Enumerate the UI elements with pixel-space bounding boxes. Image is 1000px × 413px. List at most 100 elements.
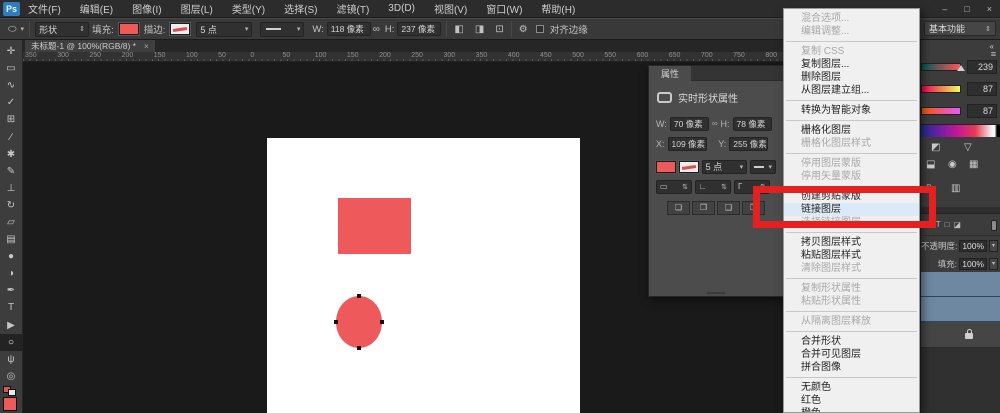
menu-item[interactable]: 窗口(W): [486, 1, 522, 16]
gradient-tool[interactable]: ▤: [0, 231, 22, 248]
close-icon[interactable]: ×: [987, 0, 992, 18]
context-menu-item[interactable]: 拼合图像: [784, 361, 919, 374]
menu-item[interactable]: 视图(V): [434, 1, 467, 16]
path-selection-tool[interactable]: ▶: [0, 317, 22, 334]
menu-item[interactable]: 图像(I): [132, 1, 161, 16]
anchor-point-top[interactable]: [357, 294, 361, 298]
context-menu-item[interactable]: 栅格化图层样式: [784, 137, 919, 150]
path-arrangement-icon[interactable]: ⊡: [495, 24, 503, 35]
menu-item[interactable]: 帮助(H): [541, 1, 575, 16]
panel-resize-grip[interactable]: [707, 292, 725, 294]
filter-type-icon[interactable]: T: [936, 220, 941, 229]
context-menu-item[interactable]: 橙色: [784, 407, 919, 413]
context-menu-item[interactable]: 停用图层蒙版: [784, 157, 919, 170]
brush-tool[interactable]: ✎: [0, 163, 22, 180]
foreground-color-swatch[interactable]: [3, 397, 17, 411]
stroke-width-input[interactable]: 5 点 ▾: [702, 160, 748, 174]
workspace-switcher[interactable]: 基本功能 ⇕: [924, 21, 996, 36]
context-menu-item[interactable]: [786, 377, 917, 378]
anchor-point-right[interactable]: [380, 320, 384, 324]
panel-icon[interactable]: ◉: [948, 159, 957, 170]
context-menu-item[interactable]: 复制形状属性: [784, 282, 919, 295]
move-tool[interactable]: ✛: [0, 43, 22, 60]
clone-stamp-tool[interactable]: ⊥: [0, 180, 22, 197]
path-alignment-icon[interactable]: ◨: [475, 24, 484, 35]
ellipse-tool-preset-icon[interactable]: ⬭: [8, 24, 17, 35]
layer-row[interactable]: [921, 322, 1000, 348]
context-menu-item[interactable]: 无颜色: [784, 381, 919, 394]
opacity-input[interactable]: 100%: [959, 240, 987, 252]
color-slider[interactable]: [921, 107, 961, 115]
type-tool[interactable]: T: [0, 299, 22, 316]
crop-tool[interactable]: ⊞: [0, 111, 22, 128]
color-value-input[interactable]: 239: [967, 60, 997, 74]
color-slider[interactable]: [921, 63, 961, 71]
menu-item[interactable]: 3D(D): [388, 3, 415, 14]
gear-icon[interactable]: ⚙: [519, 24, 528, 35]
stroke-cap-select[interactable]: ∟ ⇅: [695, 180, 731, 194]
context-menu-item[interactable]: 删除图层: [784, 71, 919, 84]
panel-icon[interactable]: ▥: [951, 183, 960, 194]
anchor-point-bottom[interactable]: [357, 346, 361, 350]
chevron-down-icon[interactable]: ▾: [21, 25, 25, 33]
corner-link-all-button[interactable]: ❏: [667, 201, 690, 215]
context-menu-item[interactable]: 红色: [784, 394, 919, 407]
stroke-style-select[interactable]: ▾: [750, 160, 776, 174]
context-menu-item[interactable]: 转换为智能对象: [784, 104, 919, 117]
context-menu-item[interactable]: 栅格化图层: [784, 124, 919, 137]
menu-item[interactable]: 滤镜(T): [337, 1, 370, 16]
context-menu-item[interactable]: 混合选项...: [784, 12, 919, 25]
anchor-point-left[interactable]: [334, 320, 338, 324]
dodge-tool[interactable]: ◑: [0, 265, 22, 282]
context-menu-item[interactable]: 合并形状: [784, 335, 919, 348]
context-menu-item[interactable]: 复制 CSS: [784, 45, 919, 58]
color-spectrum-ramp[interactable]: [921, 124, 1000, 137]
shape-y-input[interactable]: 255 像素: [729, 137, 768, 151]
context-menu-item[interactable]: 拷贝图层样式: [784, 236, 919, 249]
context-menu-item[interactable]: 停用矢量蒙版: [784, 170, 919, 183]
shape-height-input[interactable]: 237 像素: [397, 22, 441, 36]
panel-icon[interactable]: ▦: [969, 159, 978, 170]
ellipse-tool[interactable]: ○: [0, 334, 22, 351]
chevron-down-icon[interactable]: ▾: [989, 258, 998, 270]
menu-item[interactable]: 类型(Y): [232, 1, 265, 16]
shape-w-input[interactable]: 70 像素: [670, 117, 709, 131]
path-operations-icon[interactable]: ◧: [454, 24, 463, 35]
panel-icon[interactable]: ◩: [931, 142, 940, 153]
panel-icon[interactable]: ▽: [964, 142, 972, 153]
menu-item[interactable]: 文件(F): [28, 1, 61, 16]
marquee-tool[interactable]: ▭: [0, 60, 22, 77]
tool-mode-select[interactable]: 形状 ⇕: [35, 22, 89, 37]
foreground-background-swatches[interactable]: [3, 386, 17, 396]
context-menu-item[interactable]: 编辑调整...: [784, 25, 919, 38]
filter-toggle[interactable]: [991, 220, 997, 231]
fill-color-swatch[interactable]: [119, 23, 139, 35]
layer-row[interactable]: [921, 272, 1000, 297]
context-menu-item[interactable]: 从图层建立组...: [784, 84, 919, 97]
context-menu-item[interactable]: 从隔离图层释放: [784, 315, 919, 328]
context-menu-item[interactable]: [786, 153, 917, 154]
context-menu-item[interactable]: [786, 278, 917, 279]
fill-color-swatch[interactable]: [656, 161, 676, 173]
shape-h-input[interactable]: 78 像素: [733, 117, 772, 131]
color-value-input[interactable]: 87: [967, 82, 997, 96]
menu-item[interactable]: 图层(L): [181, 1, 213, 16]
fill-input[interactable]: 100%: [959, 258, 987, 270]
zoom-tool[interactable]: ◎: [0, 368, 22, 385]
panel-icon[interactable]: ⬓: [926, 159, 935, 170]
blur-tool[interactable]: ●: [0, 248, 22, 265]
hand-tool[interactable]: ψ: [0, 351, 22, 368]
lasso-tool[interactable]: ∿: [0, 77, 22, 94]
align-edges-checkbox[interactable]: [536, 25, 544, 33]
corner-topleft-button[interactable]: ❐: [692, 201, 715, 215]
tab-properties[interactable]: 属性: [649, 66, 691, 81]
link-dimensions-icon[interactable]: ∞: [373, 24, 380, 35]
canvas-document[interactable]: [267, 138, 580, 413]
link-dimensions-icon[interactable]: ∞: [712, 119, 718, 128]
restore-icon[interactable]: □: [964, 0, 969, 18]
tab-close-icon[interactable]: ×: [144, 42, 149, 51]
context-menu-item[interactable]: 复制图层...: [784, 58, 919, 71]
color-value-input[interactable]: 87: [967, 104, 997, 118]
menu-item[interactable]: 编辑(E): [80, 1, 113, 16]
context-menu-item[interactable]: [786, 232, 917, 233]
